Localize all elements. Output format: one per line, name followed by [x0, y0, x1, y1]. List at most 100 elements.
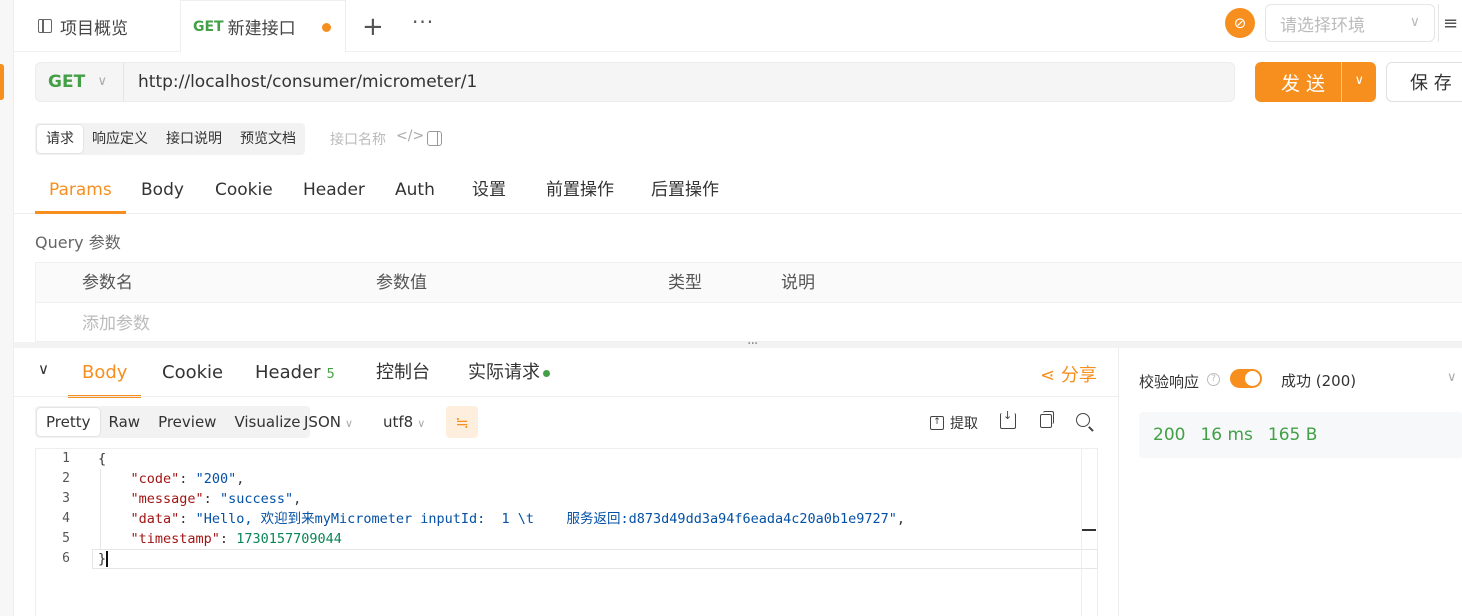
format-tab-raw[interactable]: Raw: [100, 408, 150, 436]
tab-params[interactable]: Params: [35, 168, 126, 214]
wrap-icon: ≒: [455, 412, 469, 432]
json-number: 1730157709044: [236, 531, 342, 547]
search-icon[interactable]: [1076, 413, 1090, 427]
chevron-down-icon[interactable]: ∨: [1354, 73, 1364, 88]
scrollbar-marker: [1082, 529, 1096, 531]
active-marker: [0, 64, 4, 100]
add-tab-button[interactable]: +: [362, 12, 384, 42]
download-icon[interactable]: [1000, 409, 1016, 429]
response-tab-header[interactable]: Header 5: [255, 352, 335, 398]
column-param-value: 参数值: [376, 273, 427, 293]
response-body-editor[interactable]: 1 2 3 4 5 6 { "code": "200", "message": …: [35, 448, 1098, 616]
menu-icon[interactable]: ≡: [1438, 4, 1462, 42]
json-string: "200": [195, 471, 237, 487]
tab-new-api[interactable]: GET 新建接口: [180, 0, 346, 53]
send-button[interactable]: 发 送 ∨: [1255, 62, 1376, 102]
save-button[interactable]: 保 存: [1386, 62, 1462, 102]
copy-icon[interactable]: [1040, 411, 1054, 428]
json-brace: }: [98, 551, 107, 567]
extract-icon: ↑: [930, 416, 944, 430]
validate-toggle[interactable]: [1230, 369, 1262, 388]
tab-project-overview[interactable]: 项目概览: [38, 0, 128, 52]
code-line: "data": "Hello, 欢迎到来myMicrometer inputId…: [130, 511, 906, 527]
panel-icon[interactable]: [427, 131, 442, 146]
tab-cookie[interactable]: Cookie: [215, 168, 273, 214]
response-time: 16 ms: [1200, 425, 1253, 445]
header-count-badge: 5: [326, 367, 335, 382]
unsaved-dot-icon: [322, 23, 331, 32]
json-key: "message": [130, 491, 204, 507]
code-line: }: [98, 549, 106, 569]
tab-pre-operations[interactable]: 前置操作: [546, 168, 614, 214]
request-tabs: Params Body Cookie Header Auth 设置 前置操作 后…: [14, 168, 1462, 214]
response-tab-console[interactable]: 控制台: [376, 352, 430, 398]
word-wrap-button[interactable]: ≒: [446, 406, 478, 438]
text-caret: [106, 551, 108, 567]
chevron-down-icon: ∨: [1409, 14, 1420, 30]
response-tab-header-label: Header: [255, 362, 321, 383]
params-table: 参数名 参数值 类型 说明 添加参数: [35, 262, 1462, 342]
collapse-chevron-icon[interactable]: ∨: [38, 360, 49, 378]
extract-label: 提取: [950, 416, 978, 432]
line-number: 3: [62, 491, 70, 506]
encoding-label: utf8: [383, 413, 414, 431]
tab-body[interactable]: Body: [141, 168, 184, 214]
response-tab-real-request-label: 实际请求: [468, 362, 540, 383]
more-tabs-button[interactable]: ···: [412, 10, 434, 34]
drag-handle-icon[interactable]: ···: [747, 336, 758, 352]
doc-tab-request[interactable]: 请求: [37, 125, 83, 153]
api-name-input[interactable]: 接口名称: [330, 129, 386, 149]
params-table-header: 参数名 参数值 类型 说明: [36, 263, 1462, 303]
response-tab-body[interactable]: Body: [68, 352, 142, 398]
share-button[interactable]: ⋖ 分享: [1040, 361, 1097, 387]
response-tab-cookie[interactable]: Cookie: [162, 352, 223, 398]
chevron-down-icon: ∨: [344, 417, 354, 430]
tab-auth[interactable]: Auth: [395, 168, 435, 214]
response-tab-real-request[interactable]: 实际请求: [468, 352, 550, 398]
method-select[interactable]: GET ∨: [36, 63, 124, 101]
format-tab-preview[interactable]: Preview: [149, 408, 225, 436]
environment-placeholder: 请选择环境: [1280, 15, 1365, 36]
chevron-down-icon[interactable]: ∨: [1447, 370, 1457, 385]
json-string: "Hello, 欢迎到来myMicrometer inputId: 1 \t 服…: [195, 511, 897, 527]
column-type: 类型: [668, 273, 702, 293]
validate-response-label: 校验响应: [1139, 373, 1200, 391]
json-key: "data": [130, 511, 180, 527]
editor-scrollbar[interactable]: [1081, 449, 1097, 616]
json-key: "timestamp": [130, 531, 220, 547]
doc-tab-api-description[interactable]: 接口说明: [157, 125, 231, 153]
code-icon[interactable]: </>: [396, 128, 424, 144]
share-icon: ⋖: [1040, 365, 1056, 386]
content-type-select[interactable]: JSON ∨: [304, 413, 353, 431]
doc-tab-preview-docs[interactable]: 预览文档: [231, 125, 305, 153]
status-code: 200: [1153, 425, 1186, 445]
encoding-select[interactable]: utf8 ∨: [383, 413, 425, 431]
validation-result[interactable]: 成功 (200): [1281, 370, 1356, 391]
tab-settings[interactable]: 设置: [472, 168, 506, 214]
format-tab-pretty[interactable]: Pretty: [37, 408, 100, 436]
line-number: 6: [62, 551, 70, 566]
environment-select[interactable]: 请选择环境 ∨: [1265, 4, 1435, 42]
status-dot-icon: [543, 369, 550, 377]
query-params-label: Query 参数: [35, 233, 121, 252]
column-param-name: 参数名: [82, 273, 133, 293]
method-label: GET: [48, 72, 86, 92]
extract-button[interactable]: ↑ 提取: [930, 413, 978, 433]
column-description: 说明: [781, 273, 815, 293]
line-number: 2: [62, 471, 70, 486]
code-line: "message": "success",: [130, 491, 302, 507]
line-number: 5: [62, 531, 70, 546]
help-icon[interactable]: ?: [1207, 373, 1220, 386]
tab-post-operations[interactable]: 后置操作: [651, 168, 719, 214]
share-label: 分享: [1060, 365, 1097, 386]
environment-icon[interactable]: ⊘: [1225, 8, 1255, 38]
validation-panel: 校验响应 ? 成功 (200) ∨ 200 16 ms 165 B: [1118, 348, 1462, 616]
url-input[interactable]: [138, 63, 1218, 101]
response-divider: [14, 396, 1118, 397]
add-param-input[interactable]: 添加参数: [82, 305, 150, 343]
format-tab-visualize[interactable]: Visualize: [225, 408, 309, 436]
line-number-gutter: 1 2 3 4 5 6: [36, 449, 92, 616]
json-brace: {: [98, 451, 107, 467]
tab-header[interactable]: Header: [303, 168, 365, 214]
doc-tab-response-definition[interactable]: 响应定义: [83, 125, 157, 153]
